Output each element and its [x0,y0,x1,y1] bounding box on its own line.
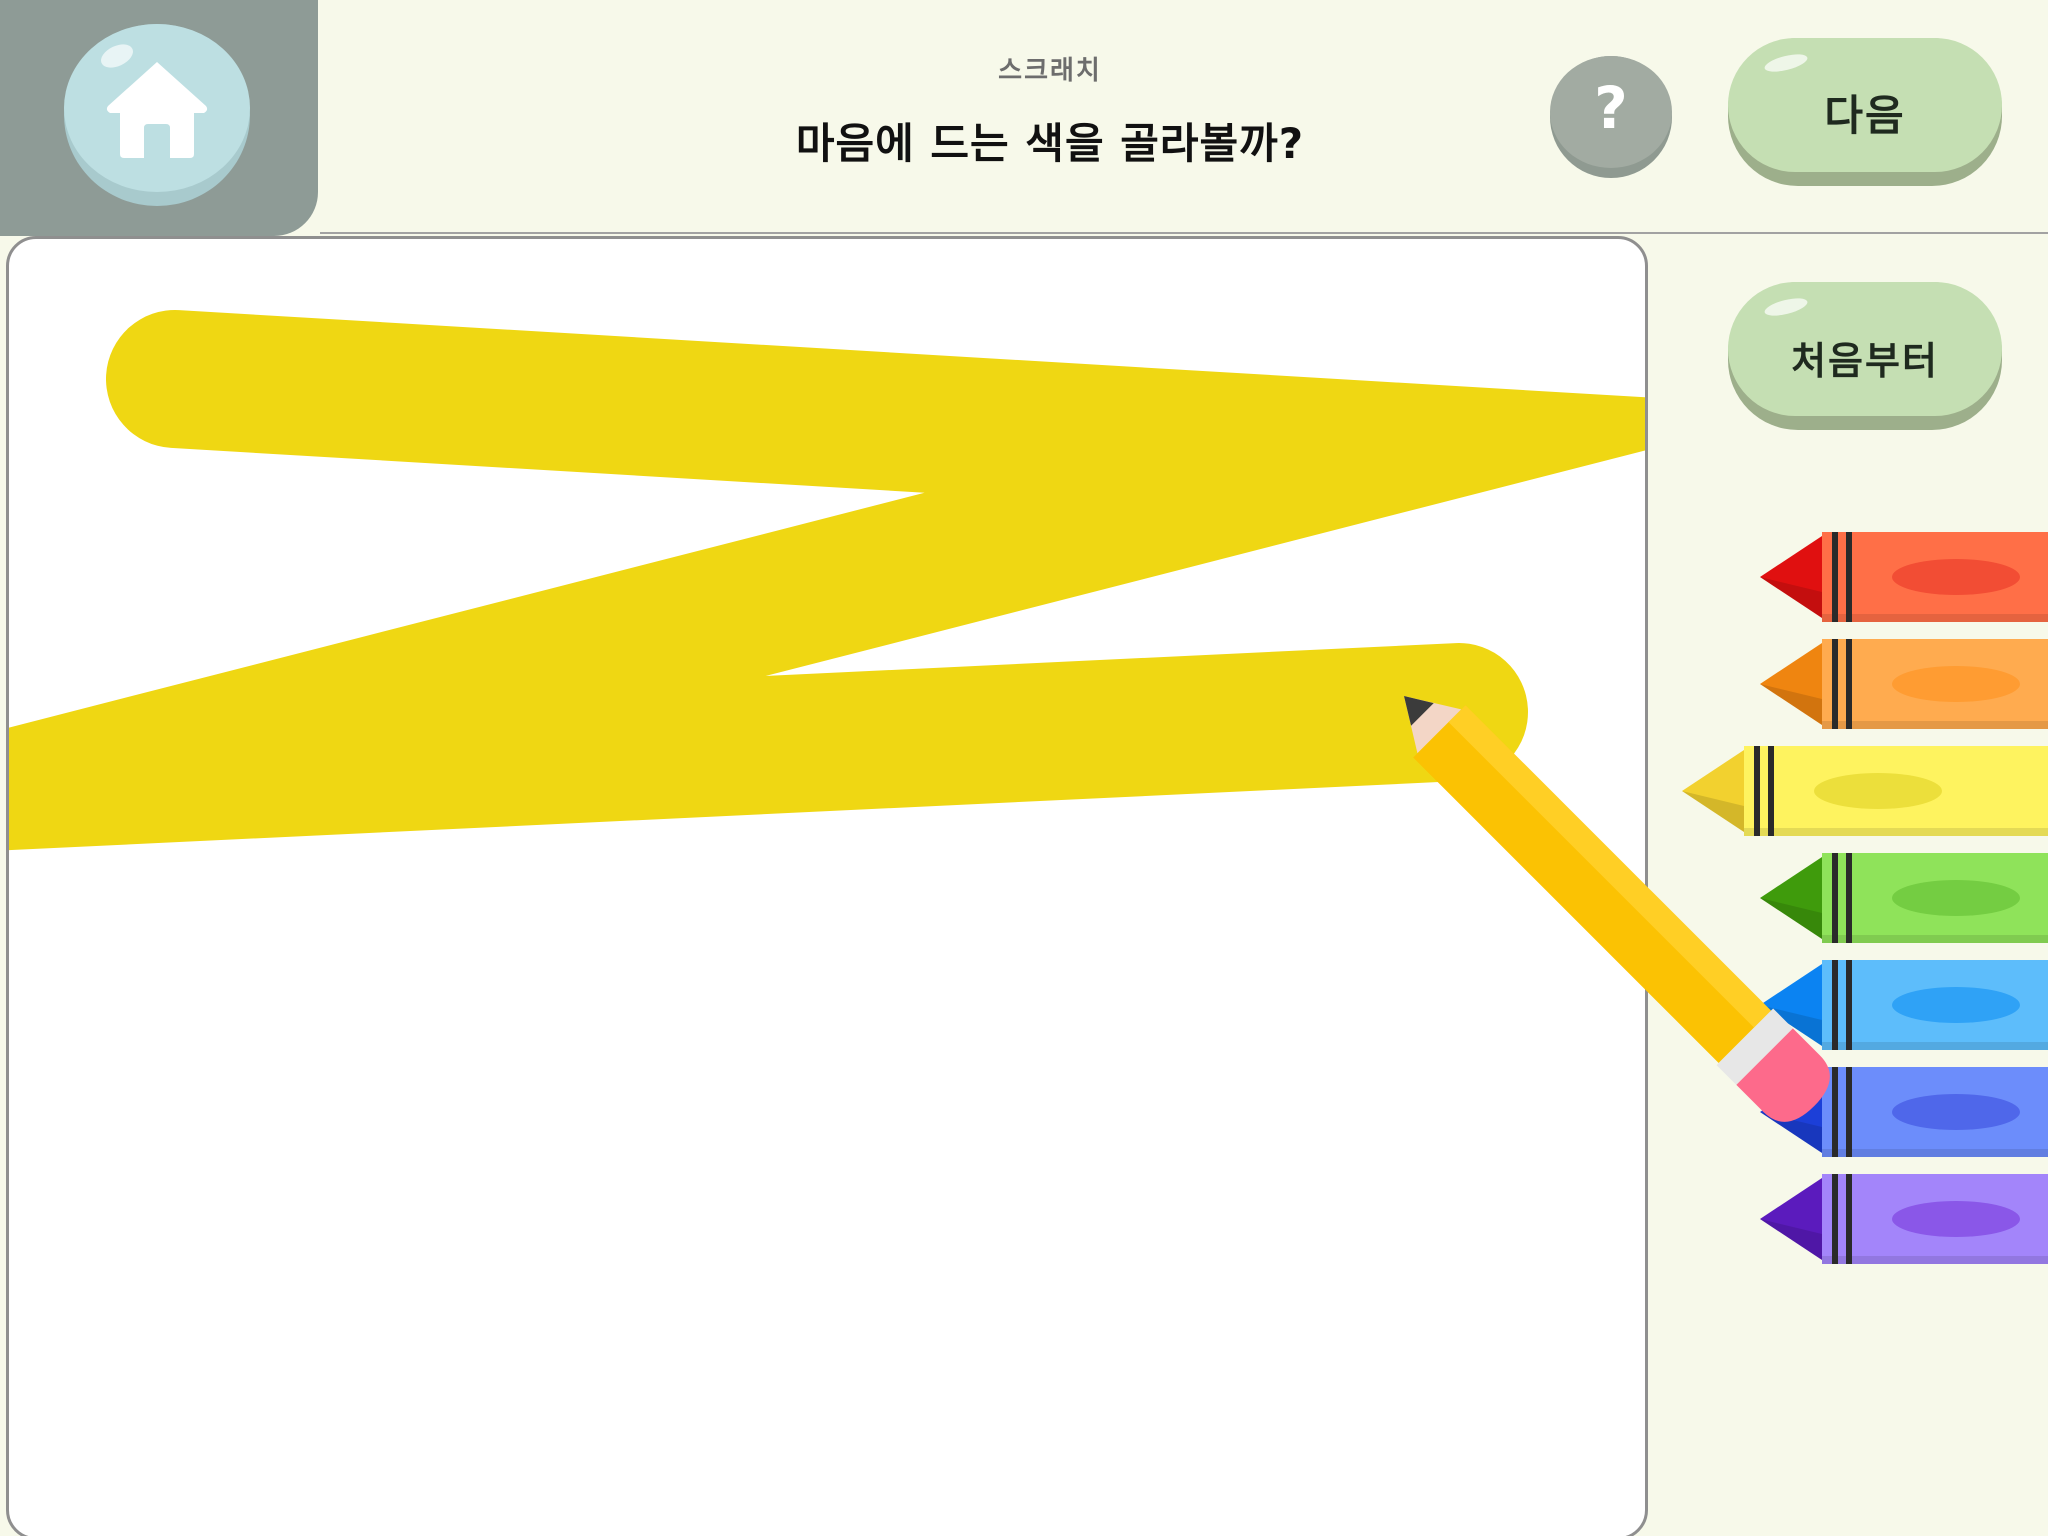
crayon-sky-blue-icon [1760,960,2048,1050]
crayon-purple[interactable] [1760,1174,2048,1264]
crayon-red[interactable] [1760,532,2048,622]
coloring-screen: 스크래치 마음에 드는 색을 골라볼까? ? 다음 처음부터 [0,0,2048,1536]
restart-button-label: 처음부터 [1791,339,1939,383]
activity-subtitle: 스크래치 [998,56,1102,86]
home-icon [106,62,208,158]
crayon-red-icon [1760,532,2048,622]
question-icon: ? [1594,74,1628,142]
crayon-blue[interactable] [1760,1067,2048,1157]
drawn-stroke [9,310,1645,851]
crayon-orange[interactable] [1760,639,2048,729]
crayon-green[interactable] [1760,853,2048,943]
crayon-green-icon [1760,853,2048,943]
crayon-yellow-icon [1682,746,2048,836]
crayon-orange-icon [1760,639,2048,729]
restart-button[interactable]: 처음부터 [1728,282,2002,430]
next-button-label: 다음 [1824,91,1906,140]
help-button[interactable]: ? [1550,56,1672,178]
crayon-yellow[interactable] [1682,746,2048,836]
drawing-layer [9,310,1645,851]
home-panel [0,0,318,236]
instruction-title: 마음에 드는 색을 골라볼까? [795,119,1305,168]
crayon-purple-icon [1760,1174,2048,1264]
drawing-canvas[interactable] [6,236,1648,1536]
crayon-sky-blue[interactable] [1760,960,2048,1050]
home-button[interactable] [64,24,250,206]
next-button[interactable]: 다음 [1728,38,2002,186]
crayon-blue-icon [1760,1067,2048,1157]
